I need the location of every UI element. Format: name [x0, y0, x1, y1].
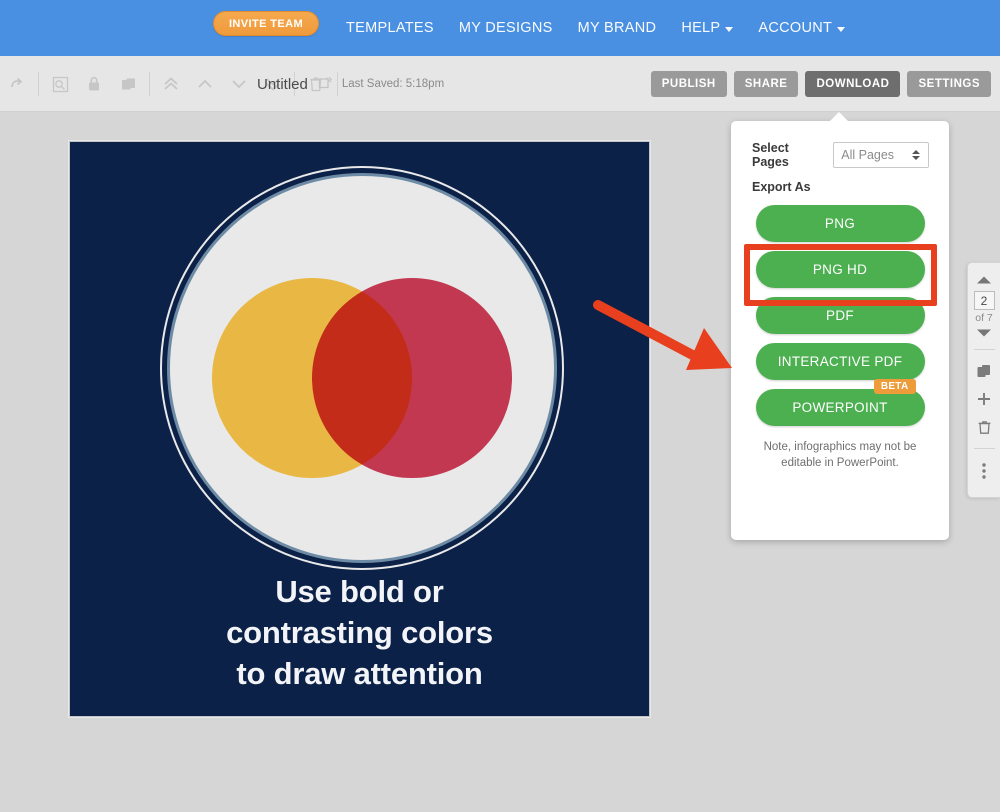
page-number-input[interactable]: 2: [973, 291, 995, 310]
duplicate-page-button[interactable]: [976, 357, 992, 385]
move-to-front-icon[interactable]: [154, 56, 188, 112]
export-as-label: Export As: [752, 180, 811, 194]
invite-team-button[interactable]: INVITE TEAM: [213, 11, 319, 36]
chevron-up-icon: [977, 276, 991, 284]
export-png-label: PNG: [824, 216, 856, 231]
app-root: INVITE TEAM TEMPLATES MY DESIGNS MY BRAN…: [0, 0, 1000, 812]
export-interactive-pdf-button[interactable]: INTERACTIVE PDF: [755, 343, 925, 380]
publish-button[interactable]: PUBLISH: [650, 71, 727, 97]
export-png-row: PNG: [731, 205, 949, 242]
export-png-hd-row: PNG HD: [731, 251, 949, 288]
delete-page-button[interactable]: [977, 413, 992, 441]
export-png-hd-button[interactable]: PNG HD: [755, 251, 925, 288]
top-navigation-bar: INVITE TEAM TEMPLATES MY DESIGNS MY BRAN…: [0, 0, 1000, 56]
document-name[interactable]: Untitled: [257, 76, 308, 93]
headline-line-3: to draw attention: [236, 655, 483, 691]
export-pdf-label: PDF: [826, 308, 854, 323]
export-powerpoint-label: POWERPOINT: [792, 400, 888, 415]
delete-page-icon: [978, 421, 990, 434]
nav-label-my-designs: MY DESIGNS: [458, 20, 553, 36]
download-label: DOWNLOAD: [816, 78, 890, 90]
nav-label-my-brand: MY BRAND: [577, 20, 657, 36]
venn-diagram: [167, 173, 557, 563]
publish-label: PUBLISH: [661, 78, 716, 90]
canvas-headline: Use bold or contrasting colors to draw a…: [70, 572, 649, 695]
nav-item-my-designs[interactable]: MY DESIGNS: [459, 20, 553, 36]
redo-icon[interactable]: [0, 56, 34, 112]
design-canvas[interactable]: Use bold or contrasting colors to draw a…: [69, 141, 650, 717]
more-options-icon: [982, 463, 986, 479]
chevron-down-icon: [725, 26, 734, 32]
edit-pencil-icon[interactable]: [317, 76, 333, 92]
venn-circle-right: [312, 278, 512, 478]
select-pages-dropdown[interactable]: All Pages: [833, 142, 929, 168]
export-pdf-row: PDF: [731, 297, 949, 334]
nav-item-help[interactable]: HELP: [681, 20, 734, 36]
toolbar-divider: [38, 72, 39, 96]
page-up-button[interactable]: [976, 271, 992, 289]
download-button[interactable]: DOWNLOAD: [805, 71, 901, 97]
invite-team-label: INVITE TEAM: [228, 17, 304, 30]
page-total-label: of 7: [975, 312, 993, 324]
add-page-button[interactable]: [976, 385, 992, 413]
document-title-group: Untitled Last Saved: 5:18pm: [257, 56, 444, 112]
chevron-down-icon: [977, 329, 991, 337]
headline-line-2: contrasting colors: [226, 614, 493, 650]
lock-icon[interactable]: [77, 56, 111, 112]
select-pages-value: All Pages: [841, 148, 895, 162]
chevron-down-icon: [837, 26, 846, 32]
share-label: SHARE: [744, 78, 788, 90]
page-down-button[interactable]: [976, 324, 992, 342]
powerpoint-note: Note, infographics may not be editable i…: [763, 441, 917, 470]
move-down-icon[interactable]: [222, 56, 256, 112]
download-dropdown-panel: Select Pages All Pages Export As PNG PNG…: [731, 121, 949, 540]
settings-button[interactable]: SETTINGS: [907, 71, 991, 97]
editor-toolbar: Untitled Last Saved: 5:18pm PUBLISH SHAR…: [0, 56, 1000, 112]
nav-label-help: HELP: [681, 20, 721, 36]
editor-workspace: Use bold or contrasting colors to draw a…: [0, 112, 1000, 812]
nav-item-my-brand[interactable]: MY BRAND: [578, 20, 657, 36]
nav-item-templates[interactable]: TEMPLATES: [346, 20, 434, 36]
crop-frame-icon[interactable]: [43, 56, 77, 112]
select-pages-row: Select Pages All Pages: [731, 121, 949, 169]
settings-label: SETTINGS: [918, 78, 980, 90]
add-page-icon: [978, 393, 990, 405]
stepper-arrows-icon: [912, 150, 920, 160]
page-navigation-sidebar: 2 of 7: [967, 262, 1000, 498]
toolbar-divider: [149, 72, 150, 96]
sidebar-divider: [973, 448, 995, 449]
export-pdf-button[interactable]: PDF: [755, 297, 925, 334]
export-powerpoint-button[interactable]: BETA POWERPOINT: [755, 379, 925, 426]
nav-label-templates: TEMPLATES: [346, 20, 434, 36]
export-png-hd-label: PNG HD: [812, 262, 868, 277]
export-interactive-pdf-label: INTERACTIVE PDF: [777, 354, 903, 369]
duplicate-page-icon: [977, 365, 990, 377]
export-png-button[interactable]: PNG: [755, 205, 925, 242]
export-powerpoint-row: BETA POWERPOINT: [731, 379, 949, 426]
more-options-button[interactable]: [981, 456, 987, 486]
headline-line-1: Use bold or: [275, 574, 444, 609]
sidebar-divider: [973, 349, 995, 350]
nav-item-account[interactable]: ACCOUNT: [758, 20, 846, 36]
move-up-icon[interactable]: [188, 56, 222, 112]
toolbar-action-buttons: PUBLISH SHARE DOWNLOAD SETTINGS: [650, 56, 991, 112]
export-interactive-pdf-row: INTERACTIVE PDF: [731, 343, 949, 380]
nav-links: TEMPLATES MY DESIGNS MY BRAND HELP ACCOU…: [346, 0, 846, 56]
dropdown-pointer-arrow: [829, 112, 849, 122]
beta-badge: BETA: [873, 379, 916, 394]
select-pages-label: Select Pages: [752, 141, 789, 169]
last-saved-text: Last Saved: 5:18pm: [341, 78, 445, 90]
duplicate-icon[interactable]: [111, 56, 145, 112]
nav-label-account: ACCOUNT: [758, 20, 833, 36]
share-button[interactable]: SHARE: [733, 71, 799, 97]
